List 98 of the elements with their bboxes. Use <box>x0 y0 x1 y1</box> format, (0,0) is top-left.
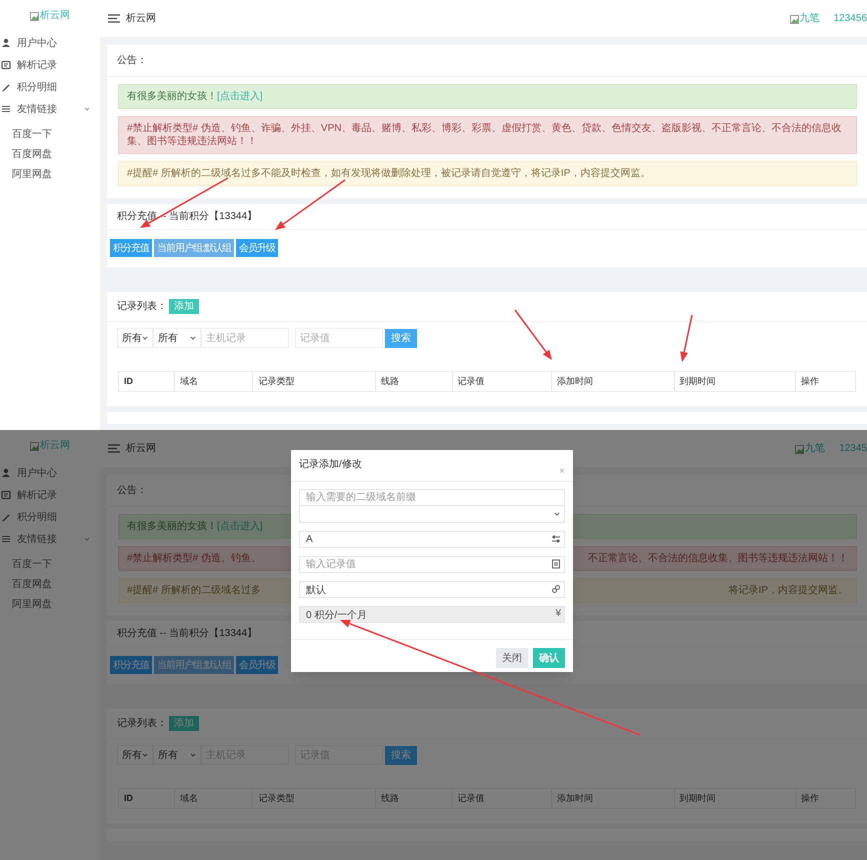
user-name[interactable]: 九笔 <box>805 444 826 454</box>
alert-text: 有很多美丽的女孩！ <box>127 91 217 102</box>
annotation-arrow <box>514 310 552 360</box>
add-button[interactable]: 添加 <box>169 299 199 314</box>
alert-text: #禁止解析类型# 伪造、钓鱼、 <box>127 553 261 564</box>
column-header: 添加时间 <box>551 789 674 808</box>
points-button[interactable]: 会员升级 <box>236 656 278 674</box>
records-title: 记录列表： <box>117 716 167 731</box>
sidebar-subitem[interactable]: 百度一下 <box>0 554 100 574</box>
filter-select[interactable]: 所有 <box>153 745 201 765</box>
select-field[interactable] <box>299 506 565 523</box>
column-header: 域名 <box>174 372 252 391</box>
annotation-arrow <box>275 179 346 230</box>
column-header: 记录值 <box>452 789 552 808</box>
points-balance: 积分充值 -- 当前积分【13344】 <box>117 626 258 641</box>
column-header: 记录类型 <box>252 372 375 391</box>
broken-image-icon <box>30 442 39 450</box>
search-button[interactable]: 搜索 <box>385 328 417 348</box>
account-id[interactable]: 12345 <box>831 441 867 456</box>
card-icon <box>1 490 11 500</box>
site-title: 析云网 <box>126 442 157 456</box>
sidebar-item[interactable]: 积分明细 <box>0 506 100 528</box>
alert-text: #提醒# 所解析的二级域名过多 <box>127 585 261 596</box>
sidebar-item[interactable]: 解析记录 <box>0 484 100 506</box>
card-icon <box>1 60 11 70</box>
chevron-down-icon <box>142 335 148 341</box>
dialog-button[interactable]: 确认 <box>533 648 565 668</box>
chevron-down-icon <box>554 511 560 517</box>
alert-text: #禁止解析类型# 伪造、钓鱼、诈骗、外挂、VPN、毒品、赌博、私彩、博彩、彩票、虚假打赏、黄色、贷款、色情交友、盗版影视、不正常言论、不合法的信息收集、图书等违规违法网站！！ <box>127 123 842 147</box>
column-header: 记录值 <box>452 372 552 391</box>
alert-text: #提醒# 所解析的二级域名过多不能及时检查，如有发现将做删除处理，被记录请自觉遵守，将记录IP，内容提交网监。 <box>127 168 650 179</box>
sidebar-subitem[interactable]: 阿里网盘 <box>0 164 100 184</box>
chevron-down-icon <box>190 752 196 758</box>
column-header: 线路 <box>374 789 452 808</box>
column-header: 记录类型 <box>252 789 375 808</box>
link-icon <box>551 584 561 594</box>
records-title: 记录列表： <box>117 300 167 314</box>
filter-select[interactable]: 所有 <box>117 328 153 348</box>
column-header: ID <box>123 374 134 388</box>
sidebar-item[interactable]: 解析记录 <box>0 54 100 76</box>
sidebar-item[interactable]: 用户中心 <box>0 462 100 484</box>
logo-text: 析云网 <box>40 11 70 21</box>
card-title: 公告： <box>117 54 147 68</box>
sidebar-item[interactable]: 用户中心 <box>0 32 100 54</box>
list-icon <box>1 104 11 114</box>
card-title: 公告： <box>117 484 147 498</box>
broken-image-icon <box>30 12 39 20</box>
alert-text: 不正常言论、不合法的信息收集、图书等违规违法网站！！ <box>588 552 848 565</box>
column-header: 域名 <box>174 789 252 808</box>
sidebar-item[interactable]: 积分明细 <box>0 76 100 98</box>
broken-image-icon <box>790 14 799 24</box>
points-button[interactable]: 会员升级 <box>236 239 278 257</box>
input-field[interactable]: A <box>299 531 565 548</box>
alert-text: 有很多美丽的女孩！ <box>127 521 217 532</box>
column-header: 到期时间 <box>674 372 796 391</box>
pencil-icon <box>1 512 11 522</box>
list-icon <box>1 534 11 544</box>
annotation-arrow <box>680 314 693 362</box>
account-id[interactable]: 123456 <box>826 11 867 26</box>
sidebar-subitem[interactable]: 百度一下 <box>0 124 100 144</box>
dialog-button[interactable]: 关闭 <box>496 648 528 668</box>
points-button[interactable]: 积分充值 <box>110 656 152 674</box>
chevron-down-icon <box>142 752 148 758</box>
sidebar-subitem[interactable]: 百度网盘 <box>0 144 100 164</box>
close-button[interactable]: × <box>559 467 565 477</box>
sidebar-item[interactable]: 友情链接 <box>0 98 100 120</box>
menu-icon <box>108 444 120 453</box>
person-icon <box>1 468 11 478</box>
column-header: 线路 <box>374 372 452 391</box>
logo-text: 析云网 <box>40 441 70 451</box>
chevron-down-icon <box>190 335 196 341</box>
broken-image-icon <box>795 444 804 454</box>
person-icon <box>1 38 11 48</box>
column-header: 操作 <box>795 372 855 391</box>
search-button[interactable]: 搜索 <box>385 746 417 764</box>
pencil-icon <box>1 82 11 92</box>
menu-icon <box>108 14 120 23</box>
alert-text: 将记录IP，内容提交网监。 <box>728 584 848 597</box>
user-name[interactable]: 九笔 <box>800 14 820 24</box>
modal-title: 记录添加/修改 <box>299 458 362 472</box>
sliders-icon <box>551 534 561 544</box>
column-header: ID <box>123 792 134 805</box>
alert-link[interactable]: [点击进入] <box>217 91 263 102</box>
currency-sign: ¥ <box>555 609 561 619</box>
filter-input[interactable]: 记录值 <box>295 328 383 348</box>
site-title: 析云网 <box>126 12 157 26</box>
filter-select[interactable]: 所有 <box>117 745 153 765</box>
column-header: 到期时间 <box>674 789 796 808</box>
column-header: 操作 <box>795 789 855 808</box>
points-button[interactable]: 积分充值 <box>110 239 152 257</box>
sidebar-subitem[interactable]: 阿里网盘 <box>0 594 100 614</box>
filter-input[interactable]: 主机记录 <box>201 328 289 348</box>
sidebar-item[interactable]: 友情链接 <box>0 528 100 550</box>
filter-select[interactable]: 所有 <box>153 328 201 348</box>
sidebar-subitem[interactable]: 百度网盘 <box>0 574 100 594</box>
column-header: 添加时间 <box>551 372 674 391</box>
input-field[interactable]: 默认 <box>299 581 565 598</box>
input-field[interactable]: 输入需要的二级域名前缀 <box>299 489 565 506</box>
